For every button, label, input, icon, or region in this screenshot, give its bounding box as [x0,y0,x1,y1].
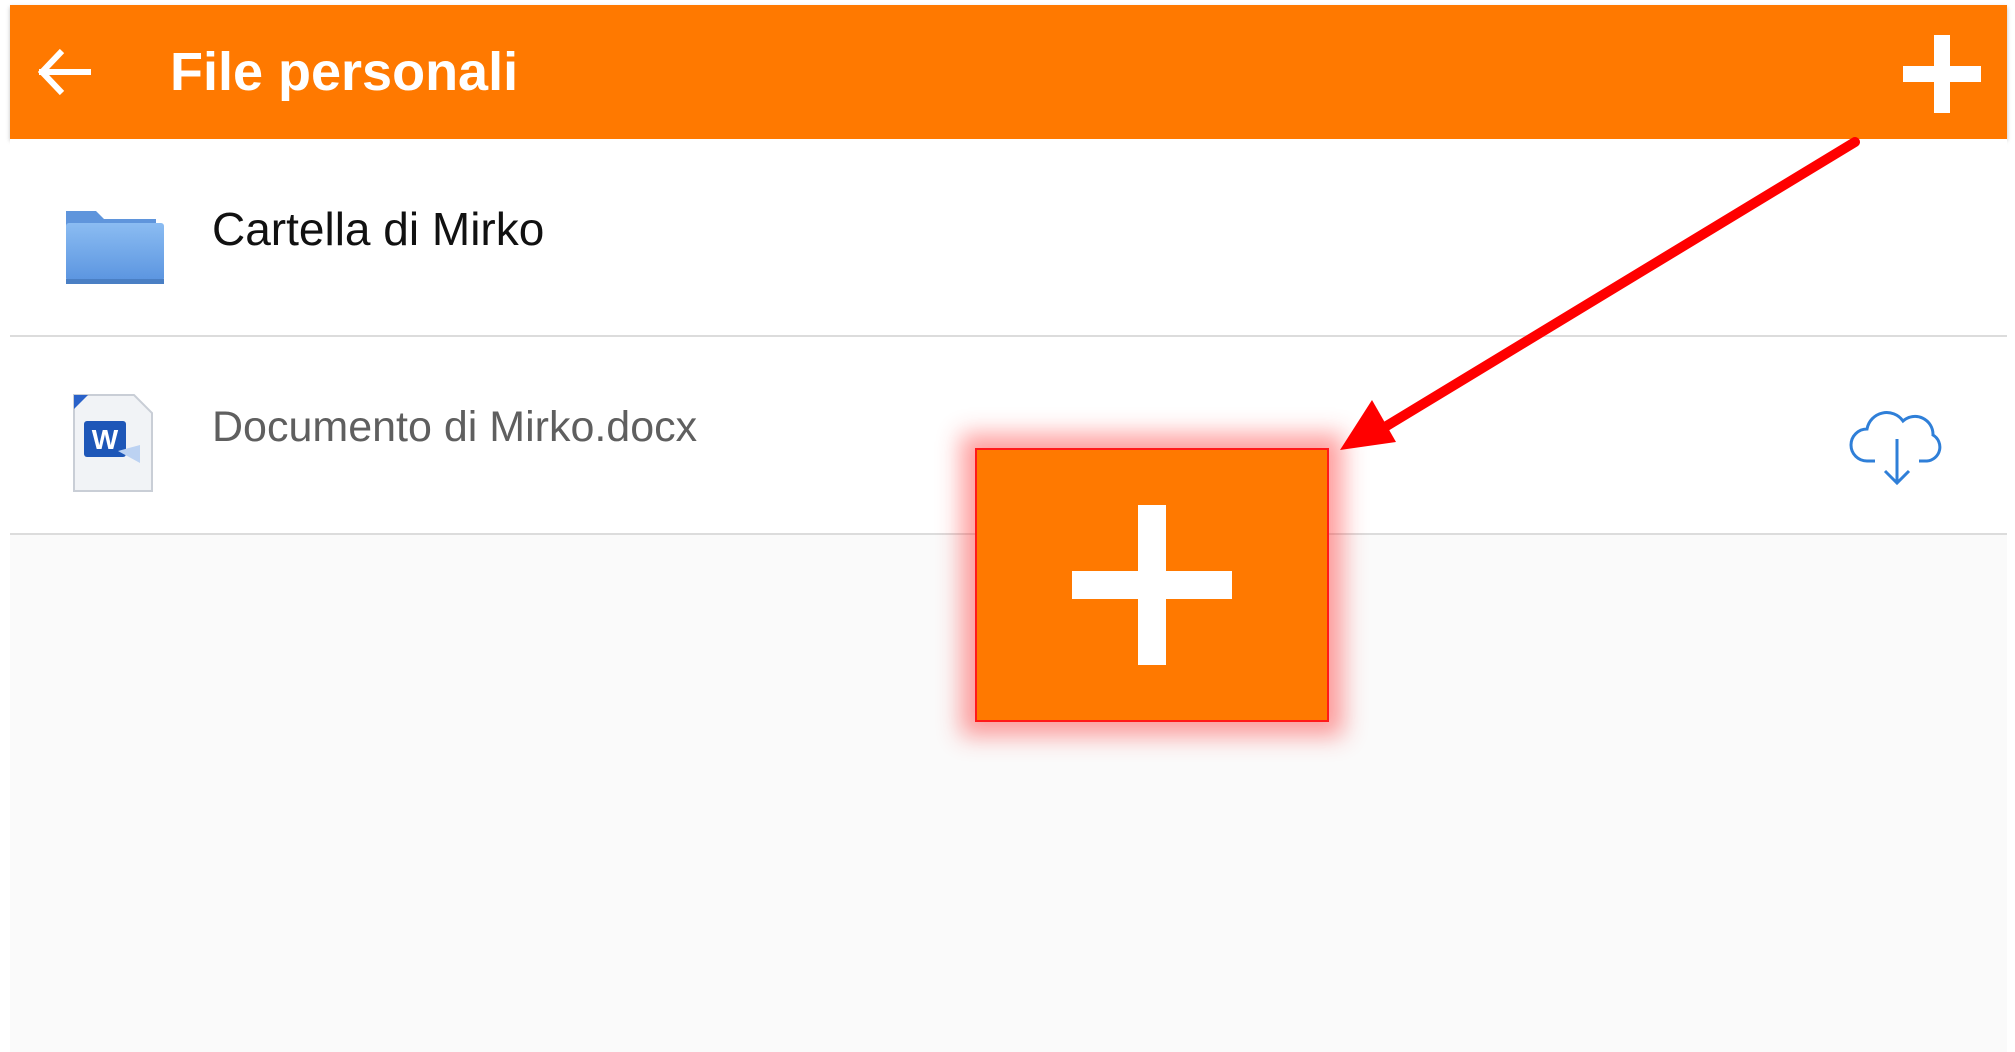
svg-text:W: W [92,424,119,455]
plus-icon [1897,35,1987,123]
back-button[interactable] [30,37,100,107]
highlighted-add-button[interactable] [975,448,1329,722]
file-name: Documento di Mirko.docx [212,403,698,451]
app-bar: File personali [10,5,2007,139]
folder-name: Cartella di Mirko [212,203,545,255]
arrow-left-icon [30,48,100,111]
add-button[interactable] [1897,29,1987,119]
page-title: File personali [170,42,519,102]
word-document-icon: W [58,387,168,497]
cloud-download-icon[interactable] [1847,393,1947,493]
folder-icon [58,189,168,299]
list-item-folder[interactable]: Cartella di Mirko [10,139,2007,337]
